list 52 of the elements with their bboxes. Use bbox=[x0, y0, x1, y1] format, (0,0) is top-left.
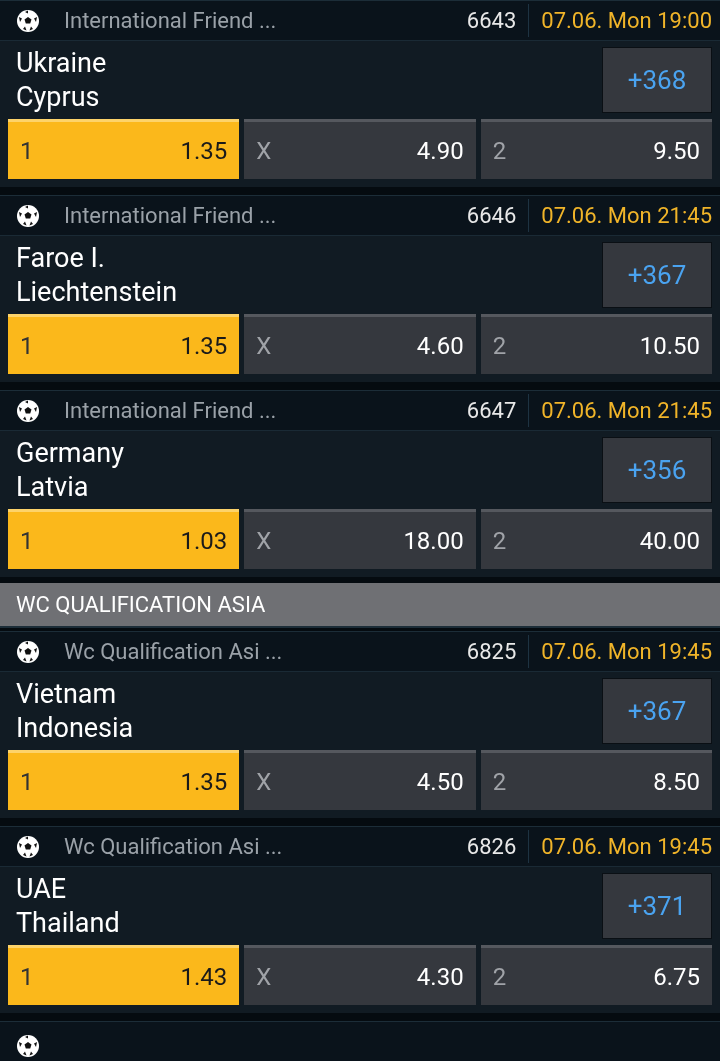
odds-button[interactable]: 1 1.35 bbox=[8, 750, 240, 810]
odds-button[interactable]: 1 1.35 bbox=[8, 119, 240, 179]
section-title: WC QUALIFICATION ASIA bbox=[16, 591, 266, 619]
home-team: UAE bbox=[16, 872, 68, 906]
away-team: Cyprus bbox=[16, 80, 101, 114]
more-markets-button[interactable]: +356 bbox=[602, 437, 712, 503]
home-team: Vietnam bbox=[16, 677, 118, 711]
odds-button[interactable]: X 4.60 bbox=[244, 314, 476, 374]
more-markets-button[interactable]: +367 bbox=[602, 242, 712, 308]
match-time: 07.06. Mon 19:45 bbox=[528, 635, 712, 668]
home-team: Germany bbox=[16, 436, 124, 470]
away-team: Liechtenstein bbox=[16, 275, 178, 309]
odds-button[interactable]: 1 1.03 bbox=[8, 509, 240, 569]
more-markets-button[interactable]: +367 bbox=[602, 678, 712, 744]
home-team: Faroe I. bbox=[16, 241, 106, 275]
event-code: 6647 bbox=[466, 397, 518, 425]
away-team: Latvia bbox=[16, 470, 90, 504]
league-name: International Friend ... bbox=[64, 7, 277, 35]
league-name: Wc Qualification Asi ... bbox=[64, 833, 283, 861]
odds-button[interactable]: X 18.00 bbox=[244, 509, 476, 569]
event-code: 6826 bbox=[466, 833, 518, 861]
match-time: 07.06. Mon 19:45 bbox=[528, 830, 712, 863]
away-team: Thailand bbox=[16, 906, 120, 940]
soccer-ball-icon bbox=[16, 639, 40, 664]
odds-button[interactable]: X 4.50 bbox=[244, 750, 476, 810]
soccer-ball-icon bbox=[16, 1034, 40, 1058]
odds-button[interactable]: 1 1.43 bbox=[8, 945, 240, 1005]
odds-button[interactable]: 2 6.75 bbox=[480, 945, 712, 1005]
match-time: 07.06. Mon 21:45 bbox=[528, 394, 712, 427]
league-name: International Friend ... bbox=[64, 202, 277, 230]
match-time: 07.06. Mon 21:45 bbox=[528, 199, 712, 232]
event-code: 6643 bbox=[466, 7, 518, 35]
league-name: International Friend ... bbox=[64, 397, 277, 425]
odds-button[interactable]: 2 8.50 bbox=[480, 750, 712, 810]
event-code: 6825 bbox=[466, 638, 518, 666]
odds-button[interactable]: X 4.90 bbox=[244, 119, 476, 179]
soccer-ball-icon bbox=[16, 203, 40, 228]
odds-button[interactable]: 2 40.00 bbox=[480, 509, 712, 569]
odds-button[interactable]: 2 10.50 bbox=[480, 314, 712, 374]
home-team: Ukraine bbox=[16, 46, 107, 80]
odds-button[interactable]: 2 9.50 bbox=[480, 119, 712, 179]
away-team: Indonesia bbox=[16, 711, 134, 745]
league-name: Wc Qualification Asi ... bbox=[64, 638, 283, 666]
more-markets-button[interactable]: +368 bbox=[602, 47, 712, 113]
more-markets-button[interactable]: +371 bbox=[602, 873, 712, 939]
event-code: 6646 bbox=[466, 202, 518, 230]
odds-button[interactable]: 1 1.35 bbox=[8, 314, 240, 374]
odds-button[interactable]: X 4.30 bbox=[244, 945, 476, 1005]
soccer-ball-icon bbox=[16, 8, 40, 33]
soccer-ball-icon bbox=[16, 398, 40, 423]
match-time: 07.06. Mon 19:00 bbox=[528, 4, 712, 37]
soccer-ball-icon bbox=[16, 834, 40, 859]
